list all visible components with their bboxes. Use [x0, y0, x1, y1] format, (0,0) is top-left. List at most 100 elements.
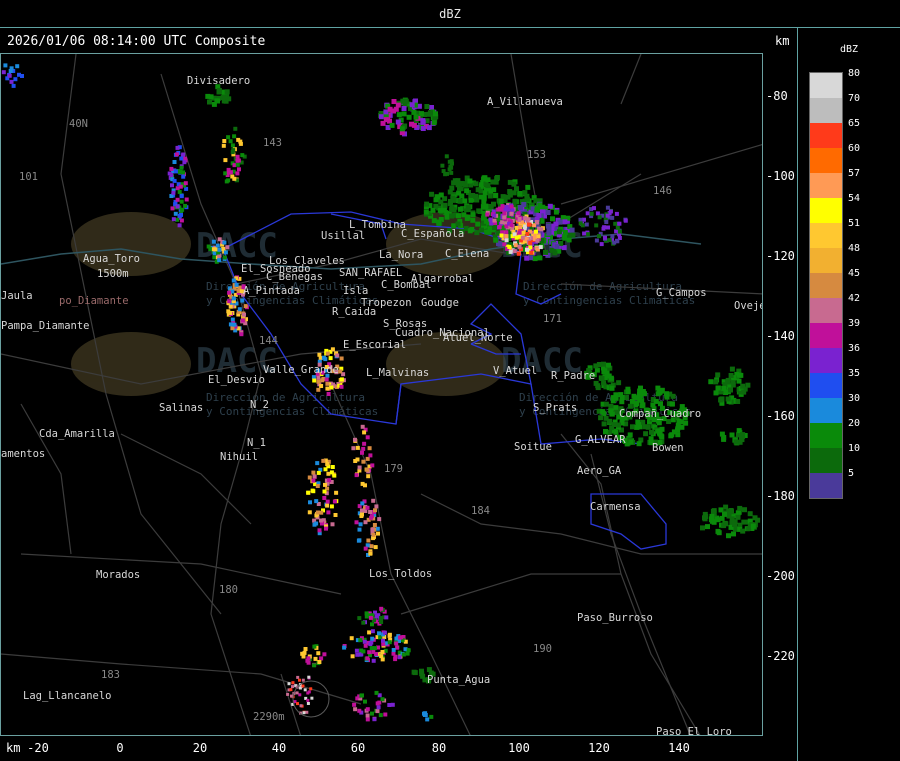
echo-cell: [419, 111, 424, 117]
x-tick-label: 140: [668, 741, 690, 755]
echo-cell: [517, 217, 522, 221]
place-label: 180: [219, 584, 238, 596]
echo-cell: [601, 421, 607, 427]
echo-cell: [312, 378, 317, 383]
echo-cell: [497, 225, 502, 229]
echo-cell: [633, 402, 639, 408]
echo-cell: [223, 158, 228, 163]
echo-cell: [1, 70, 6, 75]
radar-map-svg[interactable]: DACC DACC DACC DACC Dirección de Agricul…: [1, 54, 763, 736]
echo-cell: [325, 503, 330, 508]
place-label: V_Atuel: [493, 365, 537, 377]
echo-cell: [211, 239, 216, 244]
echo-cell: [532, 256, 538, 262]
echo-cell: [368, 453, 373, 458]
echo-cell: [302, 650, 307, 655]
echo-cell: [582, 231, 587, 236]
echo-cell: [373, 545, 378, 550]
echo-cell: [553, 221, 559, 227]
road-line: [20, 403, 72, 555]
echo-cell: [726, 533, 731, 539]
echo-cell: [372, 523, 377, 527]
place-label: L_Tombina: [349, 219, 406, 231]
echo-cell: [227, 299, 232, 304]
echo-cell: [474, 197, 480, 203]
echo-cell: [393, 654, 398, 659]
echo-cell: [221, 143, 226, 148]
echo-cell: [509, 211, 514, 216]
echo-cell: [529, 250, 534, 255]
echo-cell: [585, 232, 590, 237]
legend-swatch: [810, 273, 842, 298]
legend-swatch: [810, 473, 842, 498]
echo-cell: [355, 445, 360, 450]
place-label: 184: [471, 505, 490, 517]
echo-cell: [349, 636, 354, 641]
echo-cell: [485, 212, 490, 217]
echo-cell: [428, 110, 433, 116]
echo-cell: [181, 152, 186, 157]
echo-cell: [436, 219, 442, 225]
place-label: 190: [533, 643, 552, 655]
place-label: C_Española: [401, 228, 464, 240]
echo-cell: [372, 646, 377, 651]
echo-cell: [437, 207, 443, 213]
legend-level-label: 35: [848, 368, 861, 379]
echo-cell: [731, 531, 736, 537]
echo-cell: [379, 616, 383, 620]
x-tick-label: 0: [116, 741, 124, 755]
y-tick-label: -160: [766, 409, 795, 423]
echo-cell: [607, 238, 612, 243]
radar-map[interactable]: DACC DACC DACC DACC Dirección de Agricul…: [0, 53, 763, 736]
echo-cell: [616, 380, 622, 386]
echo-cell: [636, 441, 642, 447]
legend-level-label: 80: [848, 68, 861, 79]
echo-cell: [360, 450, 364, 455]
echo-cell: [429, 714, 434, 719]
echo-cell: [518, 225, 522, 230]
echo-cell: [362, 430, 367, 435]
echo-cell: [425, 717, 430, 722]
echo-cell: [556, 229, 562, 235]
echo-cell: [669, 401, 675, 407]
place-label: 40N: [69, 118, 88, 130]
echo-cell: [721, 523, 727, 529]
echo-cell: [183, 156, 187, 161]
echo-cell: [324, 526, 328, 531]
echo-cell: [357, 708, 362, 713]
echo-cell: [239, 332, 244, 337]
echo-cell: [526, 222, 531, 227]
echo-cell: [614, 211, 619, 216]
place-label: Punta_Agua: [427, 674, 490, 686]
echo-cell: [332, 473, 337, 478]
echo-cell: [317, 352, 322, 357]
echo-cell: [584, 222, 589, 227]
echo-cell: [422, 713, 427, 717]
echo-cell: [235, 171, 240, 176]
echo-cell: [525, 232, 530, 236]
echo-cell: [169, 166, 174, 171]
echo-cell: [222, 139, 227, 143]
echo-cell: [623, 218, 628, 223]
echo-cell: [401, 106, 407, 111]
echo-cell: [368, 510, 373, 514]
echo-cell: [310, 696, 314, 700]
echo-cell: [473, 181, 479, 187]
echo-cell: [242, 312, 246, 317]
echo-cell: [741, 519, 747, 525]
echo-cell: [433, 197, 439, 203]
echo-cell: [370, 711, 374, 716]
y-tick-label: -180: [766, 489, 795, 503]
echo-cell: [491, 201, 496, 207]
echo-cell: [493, 192, 499, 198]
echo-cell: [175, 145, 180, 150]
echo-cell: [524, 255, 530, 261]
echo-cell: [315, 484, 320, 488]
title-bar: dBZ: [0, 0, 900, 28]
echo-cell: [211, 247, 216, 252]
echo-cell: [543, 249, 548, 255]
place-label: 183: [101, 669, 120, 681]
echo-cell: [216, 88, 222, 93]
place-label: La_Nora: [379, 249, 423, 261]
echo-cell: [306, 698, 310, 702]
